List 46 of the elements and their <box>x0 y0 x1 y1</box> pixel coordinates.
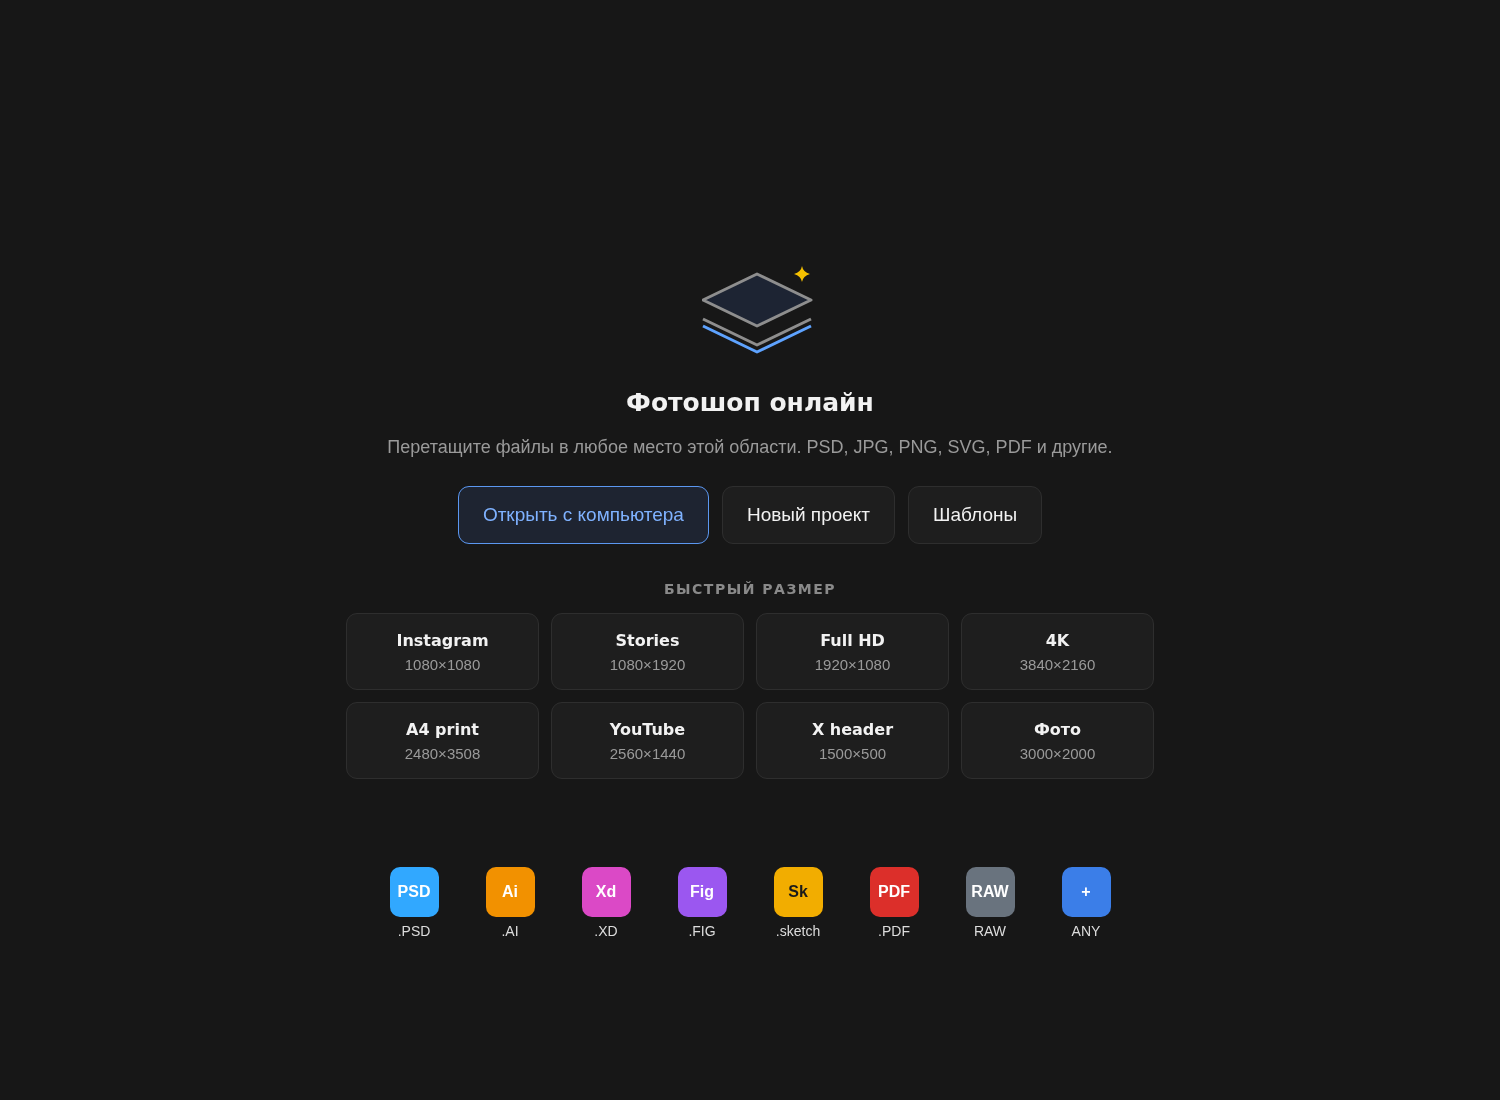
action-button[interactable]: Открыть с компьютера <box>457 486 709 544</box>
format-label: .sketch <box>775 923 821 939</box>
format-badge: PDF <box>869 867 919 917</box>
format-badge: RAW <box>965 867 1015 917</box>
app-title: Фотошоп онлайн <box>626 388 874 417</box>
preset-name: 4K <box>1045 630 1070 650</box>
size-preset-card[interactable]: Фото 3000×2000 <box>961 702 1154 779</box>
preset-size: 1080×1080 <box>404 655 481 673</box>
size-preset-card[interactable]: 4K 3840×2160 <box>961 613 1154 690</box>
preset-size: 3000×2000 <box>1019 744 1096 762</box>
format-label: .FIG <box>688 923 716 939</box>
size-preset-card[interactable]: Stories 1080×1920 <box>551 613 744 690</box>
preset-name: Stories <box>615 630 680 650</box>
size-preset-card[interactable]: A4 print 2480×3508 <box>346 702 539 779</box>
format-label: RAW <box>973 923 1007 939</box>
format-badge: Ai <box>485 867 535 917</box>
size-preset-card[interactable]: X header 1500×500 <box>756 702 949 779</box>
size-preset-card[interactable]: YouTube 2560×1440 <box>551 702 744 779</box>
size-preset-card[interactable]: Full HD 1920×1080 <box>756 613 949 690</box>
format-label: .XD <box>594 923 618 939</box>
action-button[interactable]: Шаблоны <box>908 486 1043 544</box>
preset-name: Фото <box>1033 719 1082 739</box>
size-preset-card[interactable]: Instagram 1080×1080 <box>346 613 539 690</box>
section-heading: БЫСТРЫЙ РАЗМЕР <box>663 581 837 597</box>
preset-name: Full HD <box>820 630 885 650</box>
preset-size: 1500×500 <box>818 744 887 762</box>
format-label: .AI <box>501 923 519 939</box>
preset-name: Instagram <box>396 630 489 650</box>
format-badge: + <box>1061 867 1111 917</box>
format-label: ANY <box>1071 923 1101 939</box>
format-badge: Xd <box>581 867 631 917</box>
format-badge: Sk <box>773 867 823 917</box>
format-label: .PDF <box>878 923 910 939</box>
preset-size: 2480×3508 <box>404 744 481 762</box>
format-badge: PSD <box>389 867 439 917</box>
preset-name: YouTube <box>609 719 686 739</box>
preset-size: 2560×1440 <box>609 744 686 762</box>
format-label: .PSD <box>397 923 431 939</box>
drop-hint: Перетащите файлы в любое место этой области. PSD, JPG, PNG, SVG, PDF и другие. <box>387 437 1113 458</box>
preset-size: 1920×1080 <box>814 655 891 673</box>
preset-size: 1080×1920 <box>609 655 686 673</box>
preset-name: A4 print <box>406 719 479 739</box>
preset-size: 3840×2160 <box>1019 655 1096 673</box>
format-badge: Fig <box>677 867 727 917</box>
action-button[interactable]: Новый проект <box>721 486 896 544</box>
preset-name: X header <box>811 719 894 739</box>
